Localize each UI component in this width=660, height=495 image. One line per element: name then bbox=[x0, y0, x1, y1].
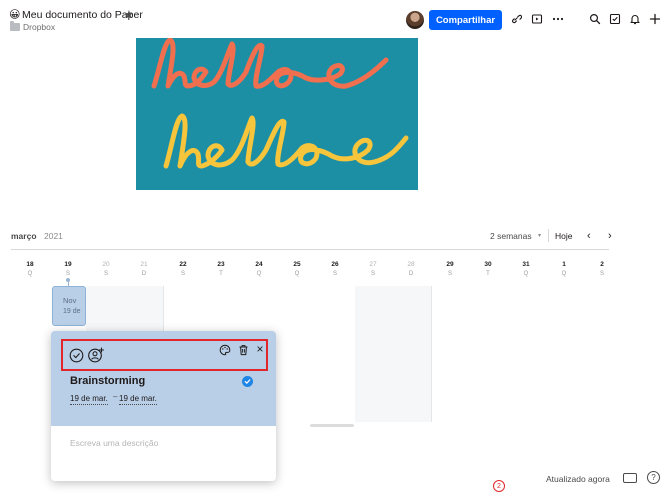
day-number: 24 bbox=[255, 261, 263, 268]
range-selector[interactable]: 2 semanas bbox=[490, 231, 532, 241]
avatar[interactable] bbox=[406, 11, 424, 29]
day-number: 26 bbox=[331, 261, 339, 268]
day-column: 18 Q bbox=[20, 261, 40, 277]
day-column: 23 T bbox=[211, 261, 231, 277]
present-icon[interactable] bbox=[530, 12, 544, 26]
day-number: 18 bbox=[26, 261, 34, 268]
more-icon[interactable] bbox=[551, 12, 565, 26]
keyboard-icon[interactable] bbox=[623, 473, 637, 483]
event-chip[interactable]: Nov 19 de bbox=[52, 286, 86, 326]
day-column: 25 Q bbox=[287, 261, 307, 277]
folder-breadcrumb[interactable]: Dropbox bbox=[23, 22, 55, 32]
day-number: 30 bbox=[484, 261, 492, 268]
day-column: 29 S bbox=[440, 261, 460, 277]
day-number: 1 bbox=[562, 261, 566, 268]
today-button[interactable]: Hoje bbox=[555, 231, 572, 241]
event-chip-title: Nov bbox=[63, 296, 77, 305]
share-button[interactable]: Compartilhar bbox=[429, 10, 502, 30]
grid-line bbox=[431, 286, 432, 422]
calendar-month: março bbox=[11, 231, 37, 241]
day-column: 24 Q bbox=[249, 261, 269, 277]
hello-image bbox=[136, 38, 418, 190]
checklist-icon[interactable] bbox=[608, 12, 622, 26]
star-icon[interactable]: ★ bbox=[124, 8, 134, 21]
event-start-date[interactable]: 19 de mar. bbox=[70, 394, 108, 405]
weekday-letter: S bbox=[370, 271, 375, 277]
close-icon[interactable]: × bbox=[254, 342, 266, 356]
day-column: 21 D bbox=[134, 261, 154, 277]
weekday-letter: S bbox=[180, 271, 185, 277]
completed-check-icon[interactable] bbox=[242, 376, 253, 387]
calendar-year: 2021 bbox=[44, 231, 63, 241]
search-icon[interactable] bbox=[588, 12, 602, 26]
weekday-letter: Q bbox=[294, 271, 300, 277]
day-number: 22 bbox=[179, 261, 187, 268]
day-column: 31 Q bbox=[516, 261, 536, 277]
divider bbox=[548, 229, 549, 242]
day-column: 30 T bbox=[478, 261, 498, 277]
day-column: 27 S bbox=[363, 261, 383, 277]
weekday-letter: D bbox=[141, 271, 147, 277]
add-person-icon[interactable] bbox=[87, 346, 105, 363]
weekday-letter: Q bbox=[523, 271, 529, 277]
day-number: 25 bbox=[293, 261, 301, 268]
event-toolbar: × bbox=[61, 339, 268, 371]
calendar-divider bbox=[11, 249, 609, 250]
trash-icon[interactable] bbox=[237, 343, 250, 356]
day-column: 2S bbox=[592, 261, 612, 277]
weekday-letter: Q bbox=[27, 271, 33, 277]
event-end-date[interactable]: 19 de mar. bbox=[119, 394, 157, 405]
day-column: 26 S bbox=[325, 261, 345, 277]
day-column: 20 S bbox=[96, 261, 116, 277]
horizontal-scrollbar[interactable] bbox=[310, 424, 354, 427]
chevron-left-icon[interactable]: ‹ bbox=[587, 230, 591, 242]
chevron-right-icon[interactable]: › bbox=[608, 230, 612, 242]
weekday-letter: T bbox=[219, 271, 223, 277]
notification-badge[interactable]: 2 bbox=[493, 480, 505, 492]
day-number: 31 bbox=[522, 261, 530, 268]
help-icon[interactable]: ? bbox=[647, 471, 660, 484]
weekday-letter: Q bbox=[256, 271, 262, 277]
weekday-letter: Q bbox=[561, 271, 567, 277]
bell-icon[interactable] bbox=[628, 12, 642, 26]
weekend-shade bbox=[355, 286, 431, 422]
doc-emoji: 😀 bbox=[9, 9, 21, 21]
day-number: 19 bbox=[64, 261, 72, 268]
weekday-letter: D bbox=[408, 271, 414, 277]
weekday-letter: S bbox=[332, 271, 337, 277]
day-number: 2 bbox=[600, 261, 604, 268]
description-input[interactable]: Escreva uma descrição bbox=[70, 438, 158, 448]
date-separator: – bbox=[113, 392, 118, 401]
day-column: 1Q bbox=[554, 261, 574, 277]
weekday-letter: T bbox=[486, 271, 490, 277]
weekday-letter: S bbox=[447, 271, 452, 277]
weekday-letter: S bbox=[103, 271, 108, 277]
day-number: 29 bbox=[446, 261, 454, 268]
plus-icon[interactable] bbox=[648, 12, 660, 26]
save-status: Atualizado agora bbox=[546, 474, 610, 484]
folder-icon bbox=[10, 21, 20, 31]
event-popover: × Brainstorming 19 de mar. – 19 de mar. … bbox=[51, 331, 276, 481]
day-column: 28 D bbox=[401, 261, 421, 277]
event-chip-date: 19 de bbox=[63, 308, 81, 315]
day-column: 22 S bbox=[173, 261, 193, 277]
chevron-down-icon[interactable]: ▾ bbox=[538, 232, 541, 239]
weekday-letter: S bbox=[599, 271, 604, 277]
day-number: 27 bbox=[369, 261, 377, 268]
day-number: 23 bbox=[217, 261, 225, 268]
check-circle-icon[interactable] bbox=[68, 347, 84, 363]
day-number: 21 bbox=[140, 261, 148, 268]
day-number: 20 bbox=[102, 261, 110, 268]
event-title[interactable]: Brainstorming bbox=[70, 375, 145, 387]
weekday-letter: S bbox=[65, 271, 70, 277]
day-number: 28 bbox=[407, 261, 415, 268]
palette-icon[interactable] bbox=[218, 343, 231, 356]
link-icon[interactable] bbox=[509, 12, 523, 26]
day-column: 19 S bbox=[58, 261, 78, 277]
